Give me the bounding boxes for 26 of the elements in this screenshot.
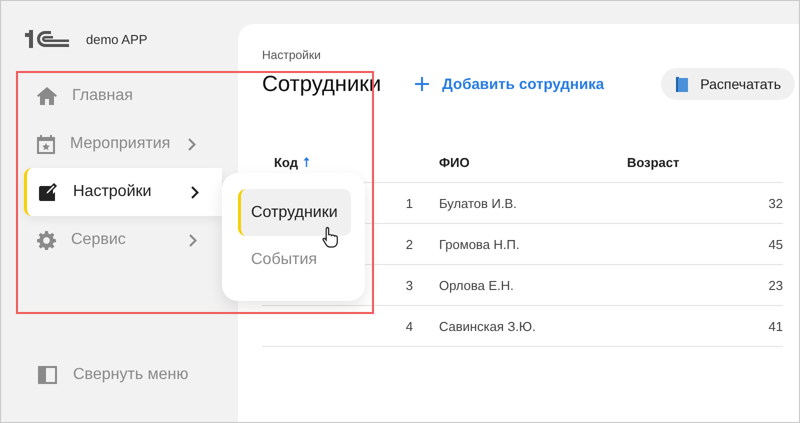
table-cell: 4: [262, 306, 428, 346]
column-header[interactable]: ФИО: [428, 142, 615, 182]
table-cell: Орлова Е.Н.: [428, 264, 615, 306]
table-cell: Громова Н.П.: [428, 224, 615, 264]
print-button[interactable]: Распечатать: [661, 68, 795, 100]
gear-icon: [37, 230, 56, 250]
table-cell: 23: [615, 264, 783, 306]
column-header[interactable]: Код: [262, 142, 428, 182]
hand-cursor-icon: [322, 226, 340, 248]
add-employee-button[interactable]: Добавить сотрудника: [415, 76, 604, 92]
home-icon: [37, 87, 57, 105]
table-cell: 32: [615, 182, 783, 224]
plus-icon: [415, 77, 430, 91]
submenu-item[interactable]: Сотрудники: [238, 189, 351, 236]
logo-icon: [25, 30, 69, 48]
column-header[interactable]: Возраст: [615, 142, 783, 182]
table-cell: Булатов И.В.: [428, 182, 615, 224]
sidebar-toggle-icon: [38, 366, 57, 384]
book-icon: [676, 76, 688, 92]
table-cell: 45: [615, 224, 783, 264]
app-name: demo APP: [86, 32, 148, 46]
calendar-icon: [37, 134, 55, 154]
edit-icon: [38, 182, 57, 202]
table-cell: 41: [615, 306, 783, 346]
table-cell: Савинская З.Ю.: [428, 306, 615, 346]
breadcrumb: Настройки: [262, 48, 322, 62]
